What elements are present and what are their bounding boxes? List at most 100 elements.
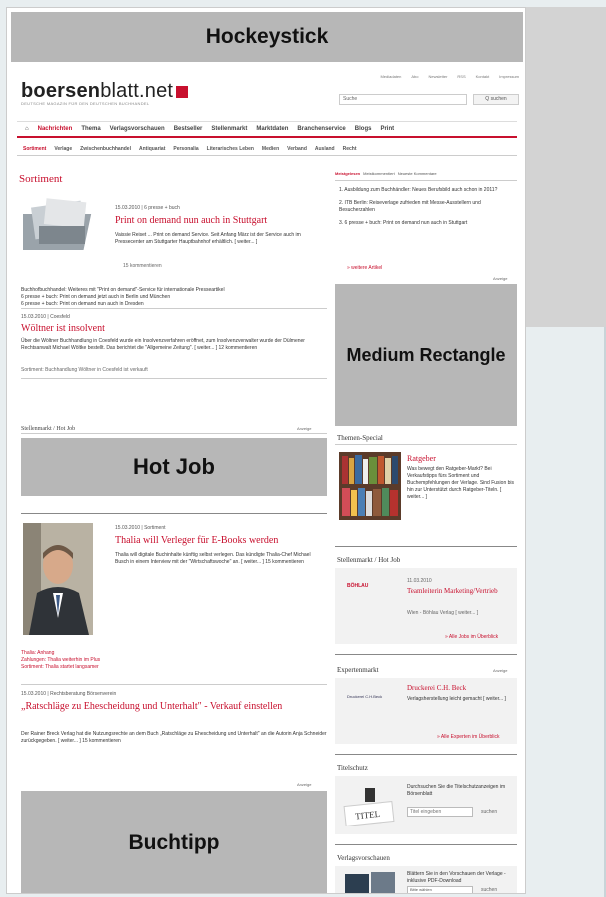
hockeystick-ad[interactable]: Hockeystick [11,12,523,62]
header-link[interactable]: RSS [457,74,465,79]
nav-item[interactable]: Nachrichten [38,126,73,132]
subnav-item[interactable]: Recht [343,146,357,152]
nav-item[interactable]: Marktdaten [256,126,288,132]
header-link[interactable]: Impressum [499,74,519,79]
header-links: Mediadaten Abo Newsletter RSS Kontakt Im… [380,74,519,79]
stamp-image: TITEL [343,788,395,826]
subnav-item[interactable]: Verlage [54,146,72,152]
titelschutz-input[interactable]: Titel eingeben [407,807,473,817]
related-link[interactable]: Buchhofbuchhandel: Weiteres mit "Print o… [21,287,327,294]
nav-item[interactable]: Print [380,126,394,132]
themen-item-title[interactable]: Ratgeber [407,454,436,463]
article-links: Thalia: Anhang Zahlungen: Thalia weiterh… [21,650,327,671]
tab-meistgelesen[interactable]: Meistgelesen [335,171,360,180]
more-articles-link[interactable]: » weitere Artikel [347,265,382,271]
divider [21,308,327,309]
logo-bold: boersen [21,80,101,102]
nav-item[interactable]: Bestseller [174,126,203,132]
job-place: Wien - Böhlau Verlag [ weiter... ] [407,610,479,616]
anzeige-label: Anzeige [297,782,312,787]
subnav-item[interactable]: Medien [262,146,279,152]
job-title[interactable]: Teamleiterin Marketing/Vertrieb [407,587,507,595]
nav-item[interactable]: Branchenservice [297,126,345,132]
hot-job-ad[interactable]: Hot Job [21,438,327,496]
anzeige-label: Anzeige [493,668,508,673]
experten-logo: Druckerei C.H.Beck [347,694,383,699]
newspapers-image [23,198,92,250]
search-input[interactable]: Suche [339,94,467,105]
experten-title: Expertenmarkt [337,666,379,674]
subnav-item[interactable]: Antiquariat [139,146,165,152]
article-teaser: Der Rainer Breck Verlag hat die Nutzungs… [21,731,327,744]
divider [335,844,517,845]
site-logo[interactable]: boersenblatt.net [21,80,189,103]
header-link[interactable]: Newsletter [429,74,448,79]
top-article[interactable]: 2. ITB Berlin: Reiseverlage zufrieden mi… [339,200,515,214]
related-link[interactable]: 6 presse + buch: Print on demand nun auc… [21,301,327,308]
job-date: 11.03.2010 [407,578,432,584]
nav-item[interactable]: Stellenmarkt [211,126,247,132]
article-teaser: Thalia will digitale Buchinhalte künftig… [115,552,311,565]
all-jobs-link[interactable]: » Alle Jobs im Überblick [445,634,498,640]
subnav-item[interactable]: Literarisches Leben [207,146,254,152]
tab-bar: Meistgelesen Meistkommentiert Neueste Ko… [335,171,517,181]
top-article[interactable]: 1. Ausbildung zum Buchhändler: Neues Ber… [339,187,515,194]
subnav-item[interactable]: Verband [287,146,307,152]
related-link[interactable]: 6 presse + buch: Print on demand jetzt a… [21,294,327,301]
experten-name[interactable]: Druckerei C.H. Beck [407,684,466,692]
themen-item-text: Was bewegt den Ratgeber-Markt? Bei Verka… [407,466,515,500]
article-link[interactable]: Sortiment: Thalia startet langsamer [21,664,327,671]
nav-item[interactable]: Blogs [355,126,372,132]
article-title[interactable]: „Ratschläge zu Ehescheidung und Unterhal… [21,701,327,713]
tab-neueste-kommentare[interactable]: Neueste Kommentare [398,171,437,180]
subnav-item[interactable]: Zwischenbuchhandel [80,146,131,152]
article-title[interactable]: Thalia will Verleger für E-Books werden [115,535,278,546]
divider [335,546,517,547]
hotjob-title: Stellenmarkt / Hot Job [337,556,401,564]
divider [21,684,327,685]
article-link[interactable]: Thalia: Anhang [21,650,327,657]
main-nav: ⌂ Nachrichten Thema Verlagsvorschauen Be… [17,121,517,138]
all-experts-link[interactable]: » Alle Experten im Überblick [437,734,500,740]
article-footer-link[interactable]: Sortiment: Buchhandlung Wöltner in Coesf… [21,367,148,373]
anzeige-label: Anzeige [493,276,508,281]
article-title[interactable]: Print on demand nun auch in Stuttgart [115,215,267,226]
sub-nav: Sortiment Verlage Zwischenbuchhandel Ant… [17,142,517,156]
article-teaser: Vaissie Reiset ... Print on demand Servi… [115,232,301,245]
experten-text: Verlagsherstellung leicht gemacht [ weit… [407,696,506,702]
subnav-item[interactable]: Personalia [173,146,198,152]
stellenmarkt-label: Stellenmarkt / Hot Job [21,426,76,432]
top-article[interactable]: 3. 6 presse + buch: Print on demand nun … [339,220,515,227]
vorschauen-search-button[interactable]: suchen [481,887,497,893]
buchtipp-ad[interactable]: Buchtipp [21,791,327,893]
subnav-item[interactable]: Ausland [315,146,335,152]
vorschauen-select[interactable]: Bitte wählen [407,886,473,893]
nav-item[interactable]: Verlagsvorschauen [110,126,165,132]
article-link[interactable]: Zahlungen: Thalia weiterhin im Plus [21,657,327,664]
header-link[interactable]: Abo [411,74,418,79]
article-meta: 15.03.2010 | Coesfeld [21,314,70,320]
comments-link[interactable]: 15 kommentieren [123,263,162,269]
company-logo: BÖHLAU [347,583,369,589]
home-icon[interactable]: ⌂ [25,126,29,132]
website-frame: Hockeystick boersenblatt.net DEUTSCHE MA… [6,7,526,894]
titelschutz-text: Durchsuchen Sie die Titelschutzanzeigen … [407,784,506,797]
header-link[interactable]: Mediadaten [380,74,401,79]
divider [335,444,517,445]
divider [335,654,517,655]
tab-meistkommentiert[interactable]: Meistkommentiert [363,171,395,180]
person-photo [23,523,93,635]
subnav-item[interactable]: Sortiment [23,146,46,152]
search-button[interactable]: Q suchen [473,94,519,105]
top-articles: 1. Ausbildung zum Buchhändler: Neues Ber… [339,187,515,227]
article-meta: 15.03.2010 | Sortiment [115,525,166,531]
side-ad-band [522,7,606,327]
nav-item[interactable]: Thema [81,126,100,132]
medium-rectangle-ad[interactable]: Medium Rectangle [335,284,517,426]
catalog-image [345,872,395,893]
header-link[interactable]: Kontakt [476,74,490,79]
article-title[interactable]: Wöltner ist insolvent [21,323,105,334]
titelschutz-search-button[interactable]: suchen [481,809,497,815]
bookshelf-image [339,452,401,520]
divider [21,433,327,434]
